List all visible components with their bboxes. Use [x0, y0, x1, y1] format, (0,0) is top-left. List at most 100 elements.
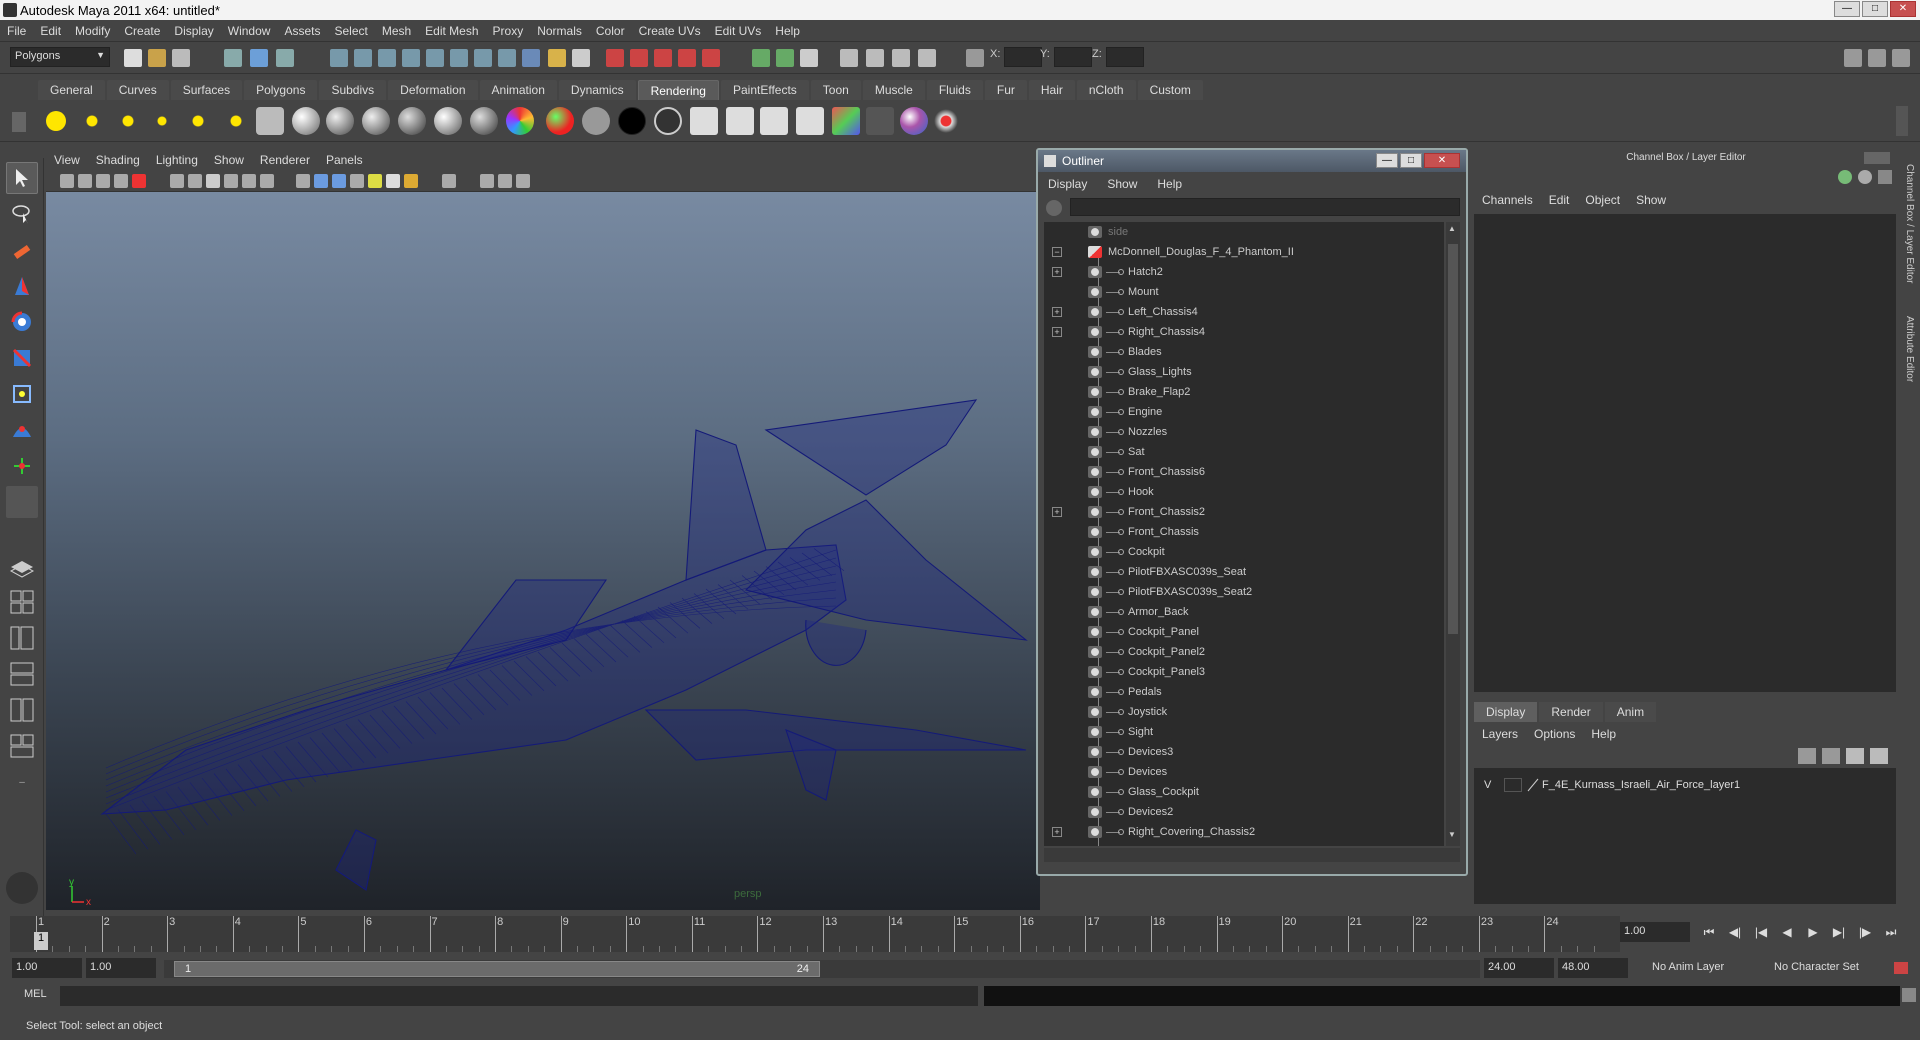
scroll-down-icon[interactable]: ▼: [1448, 830, 1458, 840]
point-light-icon[interactable]: [114, 107, 142, 135]
menu-mesh[interactable]: Mesh: [375, 20, 418, 42]
persp-graph-hypergraph-layout-icon[interactable]: [6, 730, 38, 762]
layer-color-swatch[interactable]: [1526, 778, 1540, 792]
soft-mod-tool-icon[interactable]: [6, 414, 38, 446]
ambient-light-icon[interactable]: [46, 111, 66, 131]
menu-assets[interactable]: Assets: [277, 20, 327, 42]
shelf-tab-fluids[interactable]: Fluids: [926, 80, 983, 100]
hypershade-icon[interactable]: [832, 107, 860, 135]
question-icon[interactable]: [522, 49, 540, 67]
outliner-item[interactable]: PilotFBXASC039s_Seat: [1044, 562, 1444, 582]
camera-icon[interactable]: [256, 107, 284, 135]
layer-menu-options[interactable]: Options: [1526, 724, 1583, 744]
outliner-item[interactable]: Engine: [1044, 402, 1444, 422]
last-tool-slot[interactable]: [6, 486, 38, 518]
outliner-item[interactable]: Cockpit_Panel: [1044, 622, 1444, 642]
outliner-item[interactable]: + Right_Chassis4: [1044, 322, 1444, 342]
outliner-item[interactable]: Brake_Flap2: [1044, 382, 1444, 402]
input-ops-icon[interactable]: [752, 49, 770, 67]
ipr-render-current-icon[interactable]: [726, 107, 754, 135]
outliner-scroll-thumb[interactable]: [1448, 244, 1458, 634]
current-frame-field[interactable]: 1.00: [1620, 922, 1690, 942]
shelf-tab-polygons[interactable]: Polygons: [244, 80, 318, 100]
outliner-item[interactable]: Nozzles: [1044, 422, 1444, 442]
channel-menu-show[interactable]: Show: [1628, 190, 1674, 210]
render-region-icon[interactable]: [760, 107, 788, 135]
outliner-item[interactable]: Armor_Back: [1044, 602, 1444, 622]
four-view-layout-icon[interactable]: [6, 586, 38, 618]
outliner-horizontal-scrollbar[interactable]: [1044, 848, 1460, 862]
outliner-item[interactable]: PilotFBXASC039s_Seat2: [1044, 582, 1444, 602]
side-tab-attribute-editor[interactable]: Attribute Editor: [1904, 316, 1915, 382]
channel-menu-edit[interactable]: Edit: [1541, 190, 1578, 210]
layer-type-toggle[interactable]: [1504, 778, 1522, 792]
character-set-dropdown[interactable]: No Character Set: [1770, 958, 1886, 978]
phonge-material-icon[interactable]: [398, 107, 426, 135]
shelf-tab-ncloth[interactable]: nCloth: [1076, 80, 1136, 100]
maximize-button[interactable]: □: [1862, 1, 1888, 17]
shelf-tab-custom[interactable]: Custom: [1137, 80, 1203, 100]
y-field[interactable]: [1054, 47, 1092, 67]
collapse-icon[interactable]: −: [1052, 247, 1062, 257]
new-scene-icon[interactable]: [124, 49, 142, 67]
output-ops-icon[interactable]: [776, 49, 794, 67]
snap-point-icon[interactable]: [654, 49, 672, 67]
outliner-vertical-scrollbar[interactable]: ▲ ▼: [1446, 222, 1460, 846]
channel-box-toggle-icon[interactable]: [1892, 49, 1910, 67]
outliner-item[interactable]: Cockpit_Panel3: [1044, 662, 1444, 682]
paint-canvas-icon[interactable]: [932, 107, 960, 135]
channel-box-pen-icon[interactable]: [1878, 170, 1892, 184]
menu-create-uvs[interactable]: Create UVs: [632, 20, 708, 42]
command-language-label[interactable]: MEL: [24, 988, 47, 1000]
outliner-item[interactable]: Devices2: [1044, 802, 1444, 822]
shading-map-icon[interactable]: [654, 107, 682, 135]
directional-light-icon[interactable]: [78, 107, 106, 135]
layer-visibility-toggle[interactable]: V: [1484, 776, 1491, 794]
highlight-selection-icon[interactable]: [572, 49, 590, 67]
layer-row[interactable]: V F_4E_Kurnass_Israeli_Air_Force_layer1: [1480, 776, 1880, 794]
make-live-icon[interactable]: [702, 49, 720, 67]
single-perspective-layout-icon[interactable]: [6, 550, 38, 582]
expand-icon[interactable]: +: [1052, 507, 1062, 517]
play-forwards-icon[interactable]: ▶: [1800, 925, 1826, 939]
transform-input-icon[interactable]: [966, 49, 984, 67]
menu-set-selector[interactable]: Polygons ▼: [10, 47, 110, 67]
scroll-up-icon[interactable]: ▲: [1448, 224, 1458, 234]
play-backwards-icon[interactable]: ◀: [1774, 925, 1800, 939]
outliner-item[interactable]: Cockpit_Panel2: [1044, 642, 1444, 662]
show-manipulator-icon[interactable]: [6, 450, 38, 482]
go-to-end-icon[interactable]: ⏭: [1878, 925, 1904, 940]
paint-select-tool-icon[interactable]: [6, 234, 38, 266]
persp-graph-layout-icon[interactable]: [6, 658, 38, 690]
snap-view-plane-icon[interactable]: [678, 49, 696, 67]
current-time-marker[interactable]: 1: [34, 932, 48, 950]
scale-tool-icon[interactable]: [6, 342, 38, 374]
channel-menu-channels[interactable]: Channels: [1474, 190, 1541, 210]
playback-end-field[interactable]: 24.00: [1484, 958, 1554, 978]
outliner-item[interactable]: + Front_Chassis2: [1044, 502, 1444, 522]
outliner-item[interactable]: Devices3: [1044, 742, 1444, 762]
render-settings-window-icon[interactable]: [796, 107, 824, 135]
menu-proxy[interactable]: Proxy: [486, 20, 531, 42]
shelf-tab-animation[interactable]: Animation: [479, 80, 557, 100]
auto-key-icon[interactable]: [1894, 962, 1908, 974]
layer-menu-help[interactable]: Help: [1583, 724, 1624, 744]
channel-menu-object[interactable]: Object: [1577, 190, 1628, 210]
select-misc-icon[interactable]: [498, 49, 516, 67]
menu-window[interactable]: Window: [221, 20, 278, 42]
shelf-tab-surfaces[interactable]: Surfaces: [170, 80, 243, 100]
animation-end-field[interactable]: 48.00: [1558, 958, 1628, 978]
step-forward-frame-icon[interactable]: |▶: [1852, 925, 1878, 939]
render-view-icon[interactable]: [840, 49, 858, 67]
spot-light-icon[interactable]: [148, 107, 176, 135]
lambert-material-icon[interactable]: [326, 107, 354, 135]
menu-display[interactable]: Display: [167, 20, 220, 42]
outliner-menu-show[interactable]: Show: [1097, 174, 1147, 194]
outliner-item[interactable]: Joystick: [1044, 702, 1444, 722]
select-tool-icon[interactable]: [6, 162, 38, 194]
layer-tab-render[interactable]: Render: [1539, 702, 1603, 722]
menu-edit-mesh[interactable]: Edit Mesh: [418, 20, 485, 42]
outliner-item[interactable]: Glass_Cockpit: [1044, 782, 1444, 802]
tool-settings-toggle-icon[interactable]: [1868, 49, 1886, 67]
lasso-tool-icon[interactable]: [6, 198, 38, 230]
